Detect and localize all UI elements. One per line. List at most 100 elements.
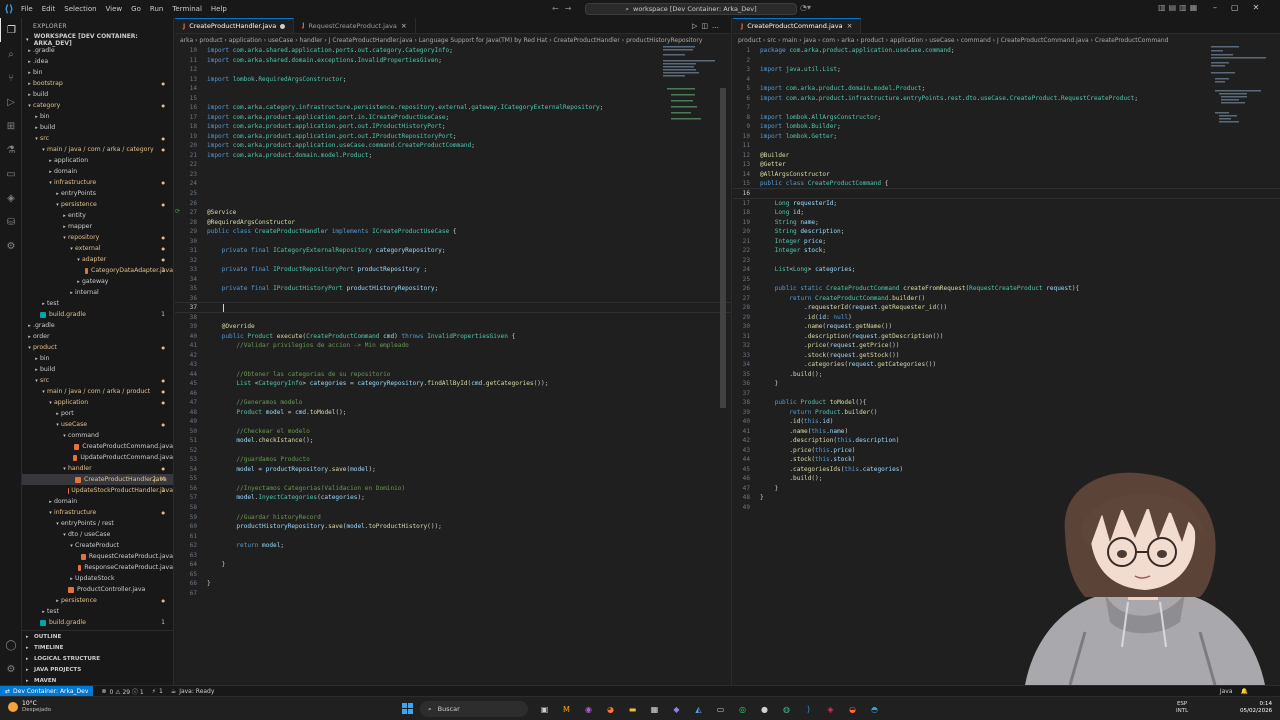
- menu-item-terminal[interactable]: Terminal: [172, 5, 202, 13]
- code-line[interactable]: 47 //Generamos modelo: [175, 398, 731, 408]
- tree-folder[interactable]: ▸ bootstrap ●: [22, 78, 173, 89]
- clock[interactable]: 0:14 05/02/2026: [1240, 701, 1272, 715]
- code-line[interactable]: 32 .price(request.getPrice()): [733, 341, 1280, 351]
- weather-widget[interactable]: 10°C Despejado: [8, 700, 51, 713]
- tree-folder[interactable]: ▸ .gradle: [22, 45, 173, 56]
- obsidian-icon[interactable]: ◆: [668, 701, 685, 717]
- code-line[interactable]: 30 .name(request.getName()): [733, 322, 1280, 332]
- code-line[interactable]: 46: [175, 389, 731, 399]
- code-line[interactable]: 29 public class CreateProductHandler impl…: [175, 227, 731, 237]
- code-line[interactable]: 13 import lombok.RequiredArgsConstructor;: [175, 75, 731, 85]
- code-line[interactable]: 27 return CreateProductCommand.builder(): [733, 293, 1280, 303]
- code-line[interactable]: 7: [733, 103, 1280, 113]
- menu-item-help[interactable]: Help: [211, 5, 227, 13]
- code-line[interactable]: 52: [175, 446, 731, 456]
- code-line[interactable]: 28 @RequiredArgsConstructor: [175, 217, 731, 227]
- explorer-icon[interactable]: ❐: [0, 18, 22, 42]
- section-java-projects[interactable]: ▸ JAVA PROJECTS: [22, 664, 173, 675]
- code-line[interactable]: 15 public class CreateProductCommand {: [733, 179, 1280, 189]
- tree-folder[interactable]: ▸ test: [22, 606, 173, 617]
- code-line[interactable]: 25: [175, 189, 731, 199]
- code-line[interactable]: 26 public static CreateProductCommand cr…: [733, 284, 1280, 294]
- account-icon[interactable]: ◯: [0, 633, 22, 657]
- minimap-right[interactable]: [1211, 46, 1271, 136]
- tree-file[interactable]: UpdateProductCommand.java: [22, 452, 173, 463]
- tree-folder[interactable]: ▾ application ●: [22, 397, 173, 408]
- breadcrumb-right[interactable]: product › src › main › java › com › arka…: [733, 34, 1280, 46]
- code-line[interactable]: 66}: [175, 579, 731, 589]
- code-line[interactable]: 18 Long id;: [733, 208, 1280, 218]
- tree-file[interactable]: RequestCreateProduct.java: [22, 551, 173, 562]
- code-line[interactable]: 29 .id(id: null): [733, 312, 1280, 322]
- tree-folder[interactable]: ▾ entryPoints / rest: [22, 518, 173, 529]
- code-line[interactable]: 12: [175, 65, 731, 75]
- tree-file[interactable]: build.gradle 1: [22, 309, 173, 320]
- tree-folder[interactable]: ▾ command: [22, 430, 173, 441]
- tree-folder[interactable]: ▸ entryPoints: [22, 188, 173, 199]
- tree-folder[interactable]: ▸ persistence ●: [22, 595, 173, 606]
- whatsapp-icon[interactable]: ◎: [734, 701, 751, 717]
- notifications-icon[interactable]: 🔔: [1241, 688, 1248, 695]
- manage-gear-icon[interactable]: ⚙: [0, 657, 22, 681]
- code-line[interactable]: 45 List <CategoryInfo> categories = cate…: [175, 379, 731, 389]
- code-line[interactable]: 35 .build();: [733, 370, 1280, 380]
- code-line[interactable]: 59 //Guardar historyRecord: [175, 512, 731, 522]
- java-status[interactable]: ☕ Java: Ready: [171, 688, 215, 695]
- menu-item-view[interactable]: View: [106, 5, 123, 13]
- code-line[interactable]: 44 .stock(this.stock): [733, 455, 1280, 465]
- code-line[interactable]: 36: [175, 293, 731, 303]
- vscode-taskbar-icon[interactable]: ⟩: [800, 701, 817, 717]
- obs-icon[interactable]: ◈: [822, 701, 839, 717]
- code-line[interactable]: 10 import com.arka.shared.application.por…: [175, 46, 731, 56]
- tree-file[interactable]: CategoryDataAdapter.java 1: [22, 265, 173, 276]
- code-line[interactable]: 63: [175, 550, 731, 560]
- tree-folder[interactable]: ▸ domain: [22, 496, 173, 507]
- menu-item-go[interactable]: Go: [131, 5, 141, 13]
- code-line[interactable]: 16: [733, 187, 1280, 200]
- extensions-icon[interactable]: ⊞: [0, 114, 22, 138]
- command-center[interactable]: ⌕ workspace [Dev Container: Arka_Dev]: [585, 3, 797, 15]
- remote-indicator[interactable]: ⇄ Dev Container: Arka_Dev: [0, 685, 94, 697]
- code-line[interactable]: 50 //Checkear el modelo: [175, 427, 731, 437]
- tree-folder[interactable]: ▸ gateway: [22, 276, 173, 287]
- tree-folder[interactable]: ▾ src ●: [22, 133, 173, 144]
- tree-folder[interactable]: ▸ mapper: [22, 221, 173, 232]
- tree-file[interactable]: CreateProductHandler.java 2, M: [22, 474, 173, 485]
- more-actions-icon[interactable]: …: [712, 22, 723, 30]
- minimize-icon[interactable]: –: [1213, 3, 1217, 12]
- code-line[interactable]: 44 //Obtener las categorias de su reposi…: [175, 370, 731, 380]
- tree-folder[interactable]: ▸ internal: [22, 287, 173, 298]
- code-line[interactable]: 9 import lombok.Builder;: [733, 122, 1280, 132]
- tree-folder[interactable]: ▸ bin: [22, 111, 173, 122]
- code-editor-right[interactable]: 1 package com.arka.product.application.us…: [733, 46, 1280, 512]
- tree-folder[interactable]: ▾ infrastructure ●: [22, 177, 173, 188]
- tree-folder[interactable]: ▸ build: [22, 364, 173, 375]
- code-line[interactable]: 25: [733, 274, 1280, 284]
- code-line[interactable]: 23: [175, 170, 731, 180]
- code-line[interactable]: 4: [733, 75, 1280, 85]
- browser-icon[interactable]: ◉: [580, 701, 597, 717]
- toggle-panel-icon[interactable]: ▤: [1169, 3, 1180, 12]
- code-line[interactable]: 21 import com.arka.product.domain.model.P…: [175, 151, 731, 161]
- tree-folder[interactable]: ▸ bin: [22, 67, 173, 78]
- tree-folder[interactable]: ▾ product ●: [22, 342, 173, 353]
- code-line[interactable]: 65: [175, 569, 731, 579]
- code-line[interactable]: 18 import com.arka.product.application.po…: [175, 122, 731, 132]
- windows-start-icon[interactable]: [402, 703, 413, 714]
- forward-arrow-icon[interactable]: →: [565, 4, 578, 13]
- workspace-header[interactable]: ▾ WORKSPACE [DEV CONTAINER: ARKA_DEV]: [22, 33, 173, 47]
- code-line[interactable]: 11: [733, 141, 1280, 151]
- tree-file[interactable]: ProductController.java: [22, 584, 173, 595]
- close-tab-icon[interactable]: ×: [401, 22, 407, 30]
- code-line[interactable]: 57 model.InyectCategories(categories);: [175, 493, 731, 503]
- spotify-icon[interactable]: ◍: [778, 701, 795, 717]
- tree-file[interactable]: UpdateStockProductHandler.java 1: [22, 485, 173, 496]
- tree-folder[interactable]: ▸ bin: [22, 353, 173, 364]
- firefox-icon[interactable]: ◕: [602, 701, 619, 717]
- code-line[interactable]: 27 @Service: [175, 208, 731, 218]
- code-line[interactable]: 64 }: [175, 560, 731, 570]
- code-line[interactable]: 49: [175, 417, 731, 427]
- menu-item-run[interactable]: Run: [150, 5, 163, 13]
- code-line[interactable]: 39 @Override: [175, 322, 731, 332]
- code-line[interactable]: 26: [175, 198, 731, 208]
